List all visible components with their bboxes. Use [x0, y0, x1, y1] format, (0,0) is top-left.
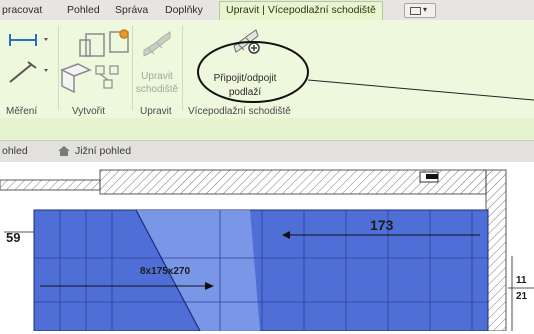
view-tab-previous[interactable]: ohled [2, 145, 28, 157]
floor-plan-drawing [0, 169, 534, 332]
ribbon-panel-bar [0, 118, 534, 141]
dimension-label-21: 21 [516, 291, 528, 302]
dimension-label-left: 59 [6, 230, 21, 245]
house-icon [58, 146, 70, 156]
highlight-ellipse [197, 41, 309, 103]
annotation-leader-line [307, 79, 534, 101]
wall-hatch [0, 179, 101, 191]
view-tab-bar: ohled Jižní pohled [0, 141, 534, 163]
stair-run-fill[interactable] [33, 209, 489, 332]
view-tab-jizni-pohled[interactable]: Jižní pohled [75, 145, 131, 157]
wall-hatch [485, 169, 507, 332]
dimension-label-173: 173 [370, 217, 394, 233]
dimension-label-11: 11 [516, 275, 527, 286]
drawing-canvas[interactable]: 59 8x175x270 173 11 21 [0, 162, 534, 332]
wall-opening-symbol [426, 174, 438, 179]
stair-run-label: 8x175x270 [140, 266, 191, 277]
